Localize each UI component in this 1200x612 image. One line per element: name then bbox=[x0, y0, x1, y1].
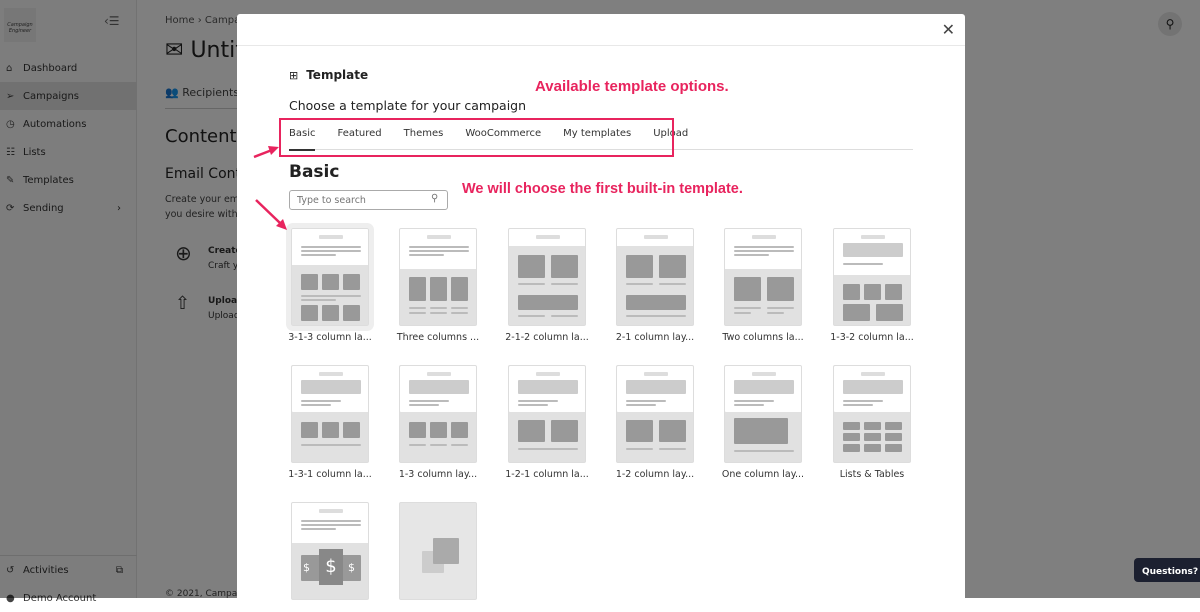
arrow-to-template bbox=[255, 199, 281, 224]
annotation-arrows bbox=[253, 146, 287, 230]
arrow-to-tabs bbox=[253, 148, 273, 159]
